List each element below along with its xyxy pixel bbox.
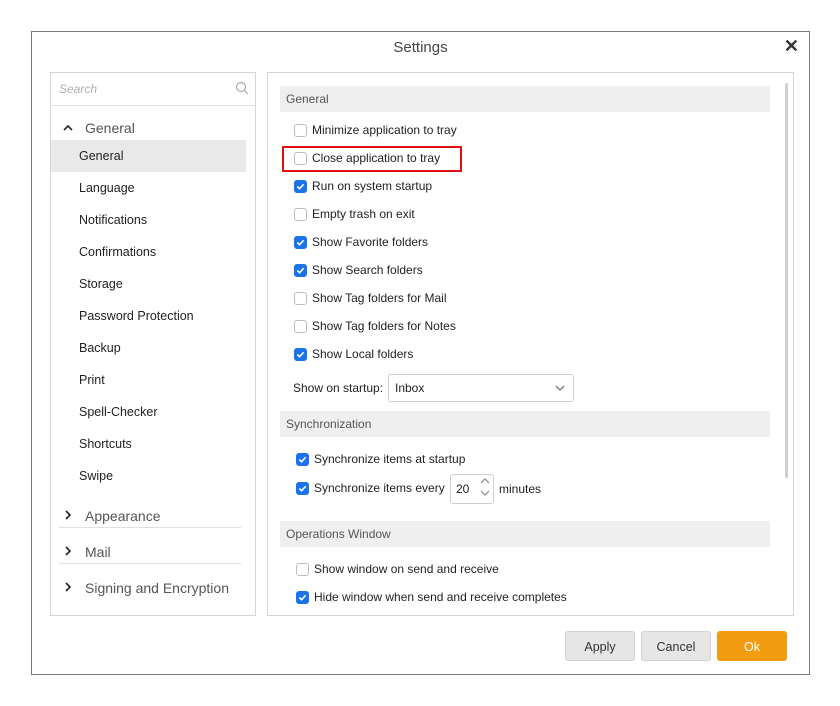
sidebar-item-confirmations[interactable]: Confirmations [51, 236, 246, 268]
divider [59, 527, 241, 528]
settings-nav: General General Language Notifications C… [50, 72, 256, 616]
startup-label: Show on startup: [293, 381, 384, 395]
checkbox-box[interactable] [294, 151, 307, 165]
checkbox-show-search[interactable]: Show Search folders [294, 263, 423, 277]
checkbox-label: Show window on send and receive [314, 562, 499, 576]
nav-group-general[interactable]: General [61, 120, 135, 136]
checkbox-run-on-startup[interactable]: Run on system startup [294, 179, 432, 193]
nav-group-signing[interactable]: Signing and Encryption [61, 580, 229, 596]
checkbox-sync-every[interactable]: Synchronize items every [296, 481, 445, 495]
checkbox-box[interactable] [294, 235, 307, 249]
checkbox-tag-mail[interactable]: Show Tag folders for Mail [294, 291, 447, 305]
sidebar-item-swipe[interactable]: Swipe [51, 460, 246, 492]
section-header-operations: Operations Window [280, 521, 770, 547]
checkbox-label: Minimize application to tray [312, 123, 457, 137]
checkbox-label: Show Tag folders for Mail [312, 291, 447, 305]
checkbox-tag-notes[interactable]: Show Tag folders for Notes [294, 319, 456, 333]
checkbox-label: Show Search folders [312, 263, 423, 277]
checkbox-local-folders[interactable]: Show Local folders [294, 347, 413, 361]
chevron-right-icon [61, 545, 75, 559]
sidebar-item-backup[interactable]: Backup [51, 332, 246, 364]
section-header-general: General [280, 86, 770, 112]
checkbox-hide-window[interactable]: Hide window when send and receive comple… [296, 590, 567, 604]
nav-group-label: Appearance [85, 508, 161, 524]
checkbox-box[interactable] [296, 452, 309, 466]
checkbox-label: Show Tag folders for Notes [312, 319, 456, 333]
divider [59, 563, 241, 564]
chevron-up-icon [61, 121, 75, 135]
nav-group-label: Signing and Encryption [85, 580, 229, 596]
checkbox-label: Show Local folders [312, 347, 414, 361]
checkbox-label: Synchronize items at startup [314, 452, 466, 466]
startup-select[interactable]: Inbox [388, 374, 574, 402]
checkbox-box[interactable] [294, 123, 307, 137]
checkbox-box[interactable] [294, 207, 307, 221]
search-icon[interactable] [235, 81, 249, 95]
checkbox-box[interactable] [294, 319, 307, 333]
startup-value: Inbox [395, 381, 425, 395]
sidebar-item-general[interactable]: General [51, 140, 246, 172]
nav-group-mail[interactable]: Mail [61, 544, 111, 560]
apply-button[interactable]: Apply [565, 631, 635, 661]
dialog-title: Settings [393, 39, 448, 56]
checkbox-label: Show Favorite folders [312, 235, 429, 249]
checkbox-show-window[interactable]: Show window on send and receive [296, 562, 499, 576]
checkbox-label: Hide window when send and receive comple… [314, 590, 567, 604]
sidebar-item-notifications[interactable]: Notifications [51, 204, 246, 236]
sidebar-item-language[interactable]: Language [51, 172, 246, 204]
settings-content: General Minimize application to tray Clo… [267, 72, 794, 616]
sidebar-item-spell-checker[interactable]: Spell-Checker [51, 396, 246, 428]
sidebar-item-storage[interactable]: Storage [51, 268, 246, 300]
checkbox-box[interactable] [296, 562, 309, 576]
close-icon[interactable]: ✕ [784, 36, 799, 57]
cancel-button[interactable]: Cancel [641, 631, 711, 661]
sync-interval-value[interactable]: 20 [456, 482, 469, 496]
sidebar-item-password-protection[interactable]: Password Protection [51, 300, 246, 332]
ok-button[interactable]: Ok [717, 631, 787, 661]
checkbox-box[interactable] [294, 347, 307, 361]
nav-group-label: Mail [85, 544, 111, 560]
section-header-sync: Synchronization [280, 411, 770, 437]
checkbox-label: Run on system startup [312, 179, 433, 193]
checkbox-box[interactable] [296, 481, 309, 495]
checkbox-label: Empty trash on exit [312, 207, 415, 221]
checkbox-close-to-tray[interactable]: Close application to tray [294, 151, 440, 165]
scrollbar[interactable] [785, 83, 788, 478]
checkbox-minimize-to-tray[interactable]: Minimize application to tray [294, 123, 457, 137]
checkbox-box[interactable] [294, 291, 307, 305]
checkbox-label: Synchronize items every [314, 481, 445, 495]
settings-dialog: Settings ✕ General General Language Noti… [31, 31, 810, 675]
chevron-right-icon [61, 581, 75, 595]
checkbox-box[interactable] [294, 263, 307, 277]
chevron-down-icon[interactable] [480, 490, 490, 499]
checkbox-show-favorite[interactable]: Show Favorite folders [294, 235, 428, 249]
chevron-down-icon [555, 375, 565, 412]
chevron-right-icon [61, 509, 75, 523]
checkbox-box[interactable] [296, 590, 309, 604]
search-box [51, 73, 255, 106]
minutes-label: minutes [499, 482, 542, 496]
checkbox-box[interactable] [294, 179, 307, 193]
chevron-up-icon[interactable] [480, 477, 490, 486]
sidebar-item-print[interactable]: Print [51, 364, 246, 396]
sync-interval-stepper[interactable]: 20 [450, 474, 494, 504]
nav-group-label: General [85, 120, 135, 136]
search-input[interactable] [57, 81, 231, 97]
checkbox-label: Close application to tray [312, 151, 441, 165]
sidebar-item-shortcuts[interactable]: Shortcuts [51, 428, 246, 460]
nav-group-appearance[interactable]: Appearance [61, 508, 161, 524]
checkbox-empty-trash[interactable]: Empty trash on exit [294, 207, 415, 221]
checkbox-sync-startup[interactable]: Synchronize items at startup [296, 452, 465, 466]
